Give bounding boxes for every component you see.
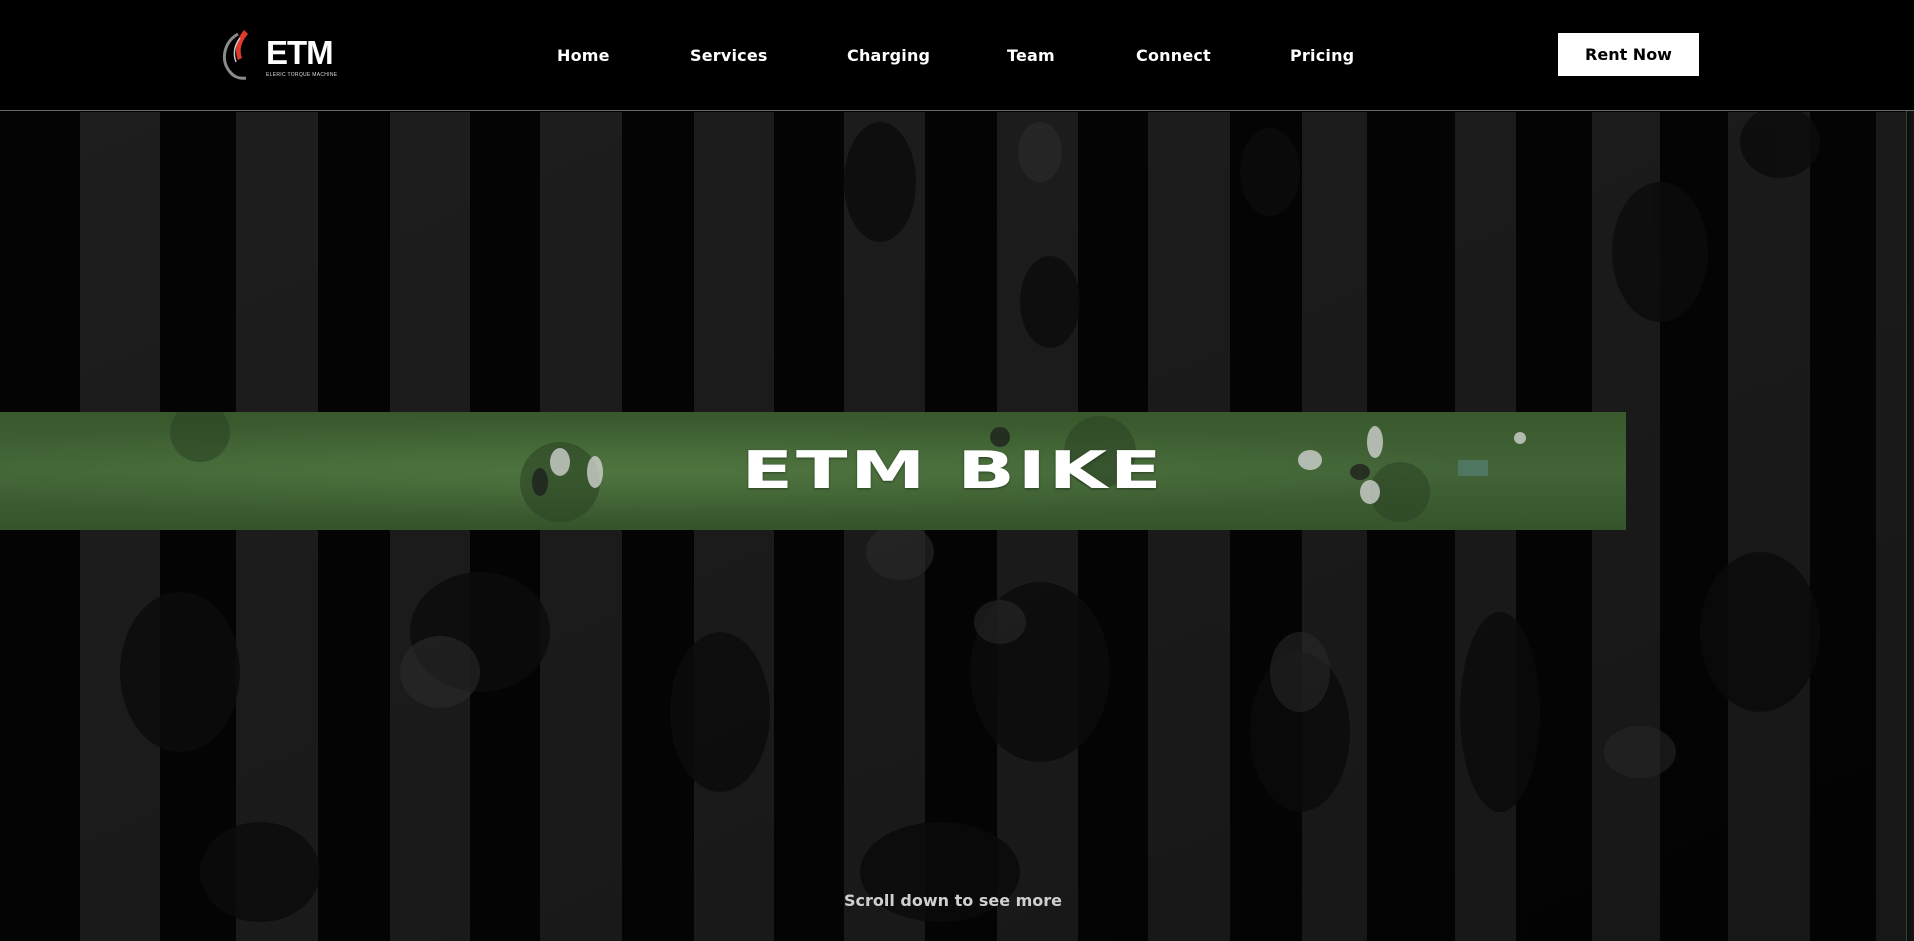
site-header: ETM ELERIC TORQUE MACHINE Home Services … — [0, 0, 1914, 111]
etm-logo[interactable]: ETM ELERIC TORQUE MACHINE — [218, 28, 340, 82]
nav-pricing[interactable]: Pricing — [1290, 46, 1354, 65]
logo-wordmark: ETM — [266, 34, 334, 71]
nav-home[interactable]: Home — [557, 46, 610, 65]
nav-services[interactable]: Services — [690, 46, 768, 65]
page-scrollbar[interactable] — [1906, 111, 1914, 941]
logo-tagline: ELERIC TORQUE MACHINE — [266, 72, 338, 78]
nav-connect[interactable]: Connect — [1136, 46, 1211, 65]
logo-swoosh-icon — [222, 30, 248, 80]
nav-charging[interactable]: Charging — [847, 46, 930, 65]
scroll-hint: Scroll down to see more — [843, 891, 1063, 910]
nav-team[interactable]: Team — [1007, 46, 1055, 65]
hero-section: ETM BIKE Scroll down to see more — [0, 112, 1914, 941]
hero-title: ETM BIKE — [741, 441, 1165, 501]
rent-now-button[interactable]: Rent Now — [1558, 33, 1699, 76]
